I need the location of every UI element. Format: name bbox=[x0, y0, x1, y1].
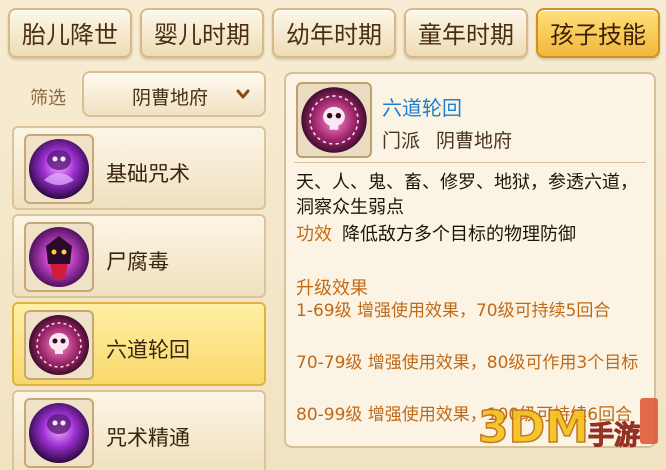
skill-list[interactable]: 基础咒术 尸腐毒 六道轮回 咒术精通 bbox=[12, 126, 268, 470]
skill-name: 咒术精通 bbox=[106, 426, 190, 450]
sect-filter-value: 阴曹地府 bbox=[132, 87, 209, 109]
skill-name: 尸腐毒 bbox=[106, 250, 169, 274]
divider bbox=[294, 162, 646, 163]
tab-infant[interactable]: 婴儿时期 bbox=[140, 8, 264, 58]
tab-childhood[interactable]: 童年时期 bbox=[404, 8, 528, 58]
skill-item-basic-curse[interactable]: 基础咒术 bbox=[12, 126, 266, 210]
skill-description: 天、人、鬼、畜、修罗、地狱，参透六道，洞察众生弱点 bbox=[296, 172, 638, 218]
tab-child-skills[interactable]: 孩子技能 bbox=[536, 8, 660, 58]
ghost-spell-icon bbox=[24, 398, 94, 468]
ghost-spell-icon bbox=[24, 134, 94, 204]
filter-label: 筛选 bbox=[30, 88, 66, 109]
skill-detail-panel[interactable]: 六道轮回 门派 阴曹地府 天、人、鬼、畜、修罗、地狱，参透六道，洞察众生弱点 功效… bbox=[284, 72, 656, 448]
tab-fetal[interactable]: 胎儿降世 bbox=[8, 8, 132, 58]
effect-value: 降低敌方多个目标的物理防御 bbox=[342, 224, 576, 245]
sect-key: 门派 bbox=[382, 130, 421, 152]
chevron-down-icon bbox=[236, 89, 250, 99]
tab-toddler[interactable]: 幼年时期 bbox=[272, 8, 396, 58]
sect-filter-dropdown[interactable]: 阴曹地府 bbox=[82, 71, 266, 117]
skull-wheel-icon bbox=[296, 82, 372, 158]
skill-item-curse-mastery[interactable]: 咒术精通 bbox=[12, 390, 266, 470]
skill-title: 六道轮回 bbox=[382, 96, 462, 120]
sect-value: 阴曹地府 bbox=[436, 130, 513, 152]
upgrade-line: 1-69级 增强使用效果，70级可持续5回合 bbox=[296, 301, 611, 321]
upgrade-line: 80-99级 增强使用效果，100级可持续6回合 bbox=[296, 405, 633, 425]
poison-ghost-icon bbox=[24, 222, 94, 292]
effect-key: 功效 bbox=[296, 224, 332, 245]
effect-row: 功效 降低敌方多个目标的物理防御 bbox=[296, 220, 576, 246]
skill-item-corpse-poison[interactable]: 尸腐毒 bbox=[12, 214, 266, 298]
skill-item-six-paths[interactable]: 六道轮回 bbox=[12, 302, 266, 386]
skill-name: 基础咒术 bbox=[106, 162, 190, 186]
tab-bar: 胎儿降世 婴儿时期 幼年时期 童年时期 孩子技能 bbox=[8, 8, 660, 62]
sect-row: 门派 阴曹地府 bbox=[382, 126, 512, 153]
skull-wheel-icon bbox=[24, 310, 94, 380]
upgrade-line: 70-79级 增强使用效果，80级可作用3个目标 bbox=[296, 353, 639, 373]
upgrade-title: 升级效果 bbox=[296, 278, 368, 299]
skill-name: 六道轮回 bbox=[106, 338, 190, 362]
